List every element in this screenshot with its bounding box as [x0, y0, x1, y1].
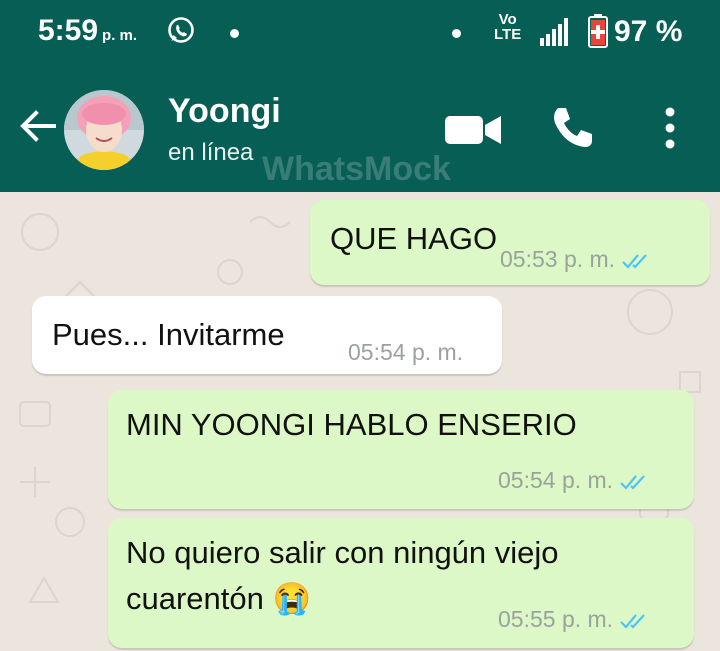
read-receipt-icon — [620, 614, 645, 629]
contact-status: en línea — [168, 139, 254, 166]
phone-icon[interactable] — [548, 104, 596, 152]
message-text: MIN YOONGI HABLO ENSERIO — [126, 407, 577, 442]
back-arrow-icon[interactable] — [18, 106, 58, 146]
battery-charging-icon — [588, 14, 608, 48]
read-receipt-icon — [620, 475, 645, 490]
message-text-line: No quiero salir con ningún viejo — [126, 535, 559, 570]
battery-percent: 97 % — [614, 15, 683, 48]
message-timestamp: 05:55 p. m. — [498, 606, 649, 633]
message-text-line: cuarentón 😭 — [126, 581, 312, 616]
incoming-message[interactable]: Pues... Invitarme 05:54 p. m. — [32, 296, 502, 374]
status-bar: 5:59 p. m. Vo LTE 97 % — [0, 0, 720, 66]
status-ampm: p. m. — [102, 27, 138, 44]
message-timestamp: 05:54 p. m. — [498, 467, 649, 494]
outgoing-message[interactable]: No quiero salir con ningún viejo cuarent… — [108, 518, 694, 648]
message-text: QUE HAGO — [330, 221, 498, 256]
message-timestamp: 05:54 p. m. — [348, 339, 464, 365]
chat-header: Yoongi en línea WhatsMock — [0, 66, 720, 192]
outgoing-message[interactable]: MIN YOONGI HABLO ENSERIO 05:54 p. m. — [108, 390, 694, 509]
outgoing-message[interactable]: QUE HAGO 05:53 p. m. — [310, 200, 710, 285]
message-text: Pues... Invitarme — [52, 317, 285, 352]
message-list[interactable]: QUE HAGO 05:53 p. m. Pues... Invitarme 0… — [0, 192, 720, 651]
contact-name[interactable]: Yoongi — [168, 92, 281, 131]
video-call-icon[interactable] — [443, 110, 503, 150]
watermark: WhatsMock — [262, 150, 451, 188]
avatar[interactable] — [64, 90, 144, 170]
status-time: 5:59 p. m. — [38, 14, 138, 47]
message-timestamp: 05:53 p. m. — [500, 246, 651, 273]
read-receipt-icon — [622, 254, 647, 269]
notification-dot-icon — [452, 29, 461, 38]
notification-dot-icon — [230, 29, 239, 38]
whatsapp-notification-icon — [168, 17, 194, 43]
volte-indicator: Vo LTE — [494, 11, 522, 43]
signal-strength-icon — [540, 18, 568, 46]
more-options-icon[interactable] — [662, 106, 678, 150]
